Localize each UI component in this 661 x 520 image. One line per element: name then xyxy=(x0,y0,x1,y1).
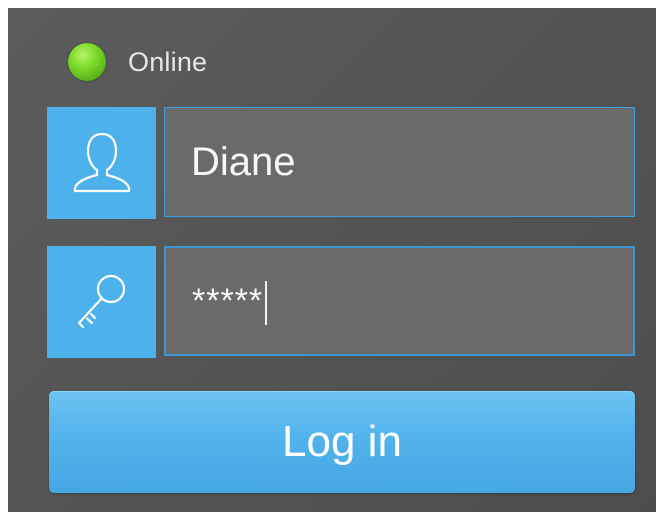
username-value: Diane xyxy=(191,139,296,184)
text-caret xyxy=(265,281,268,325)
password-value: ***** xyxy=(192,277,268,325)
password-masked-text: ***** xyxy=(192,281,264,320)
password-input[interactable]: ***** xyxy=(164,246,635,356)
login-panel: Online Diane ***** Log in xyxy=(8,8,656,512)
username-input[interactable]: Diane xyxy=(164,107,635,217)
key-icon xyxy=(47,246,156,358)
login-button[interactable]: Log in xyxy=(49,391,635,493)
status-indicator: Online xyxy=(68,40,207,84)
password-row: ***** xyxy=(47,246,637,358)
status-label: Online xyxy=(128,46,208,77)
online-status-dot xyxy=(68,43,106,81)
login-button-label: Log in xyxy=(282,417,402,466)
username-row: Diane xyxy=(47,107,637,219)
user-icon xyxy=(47,107,156,219)
